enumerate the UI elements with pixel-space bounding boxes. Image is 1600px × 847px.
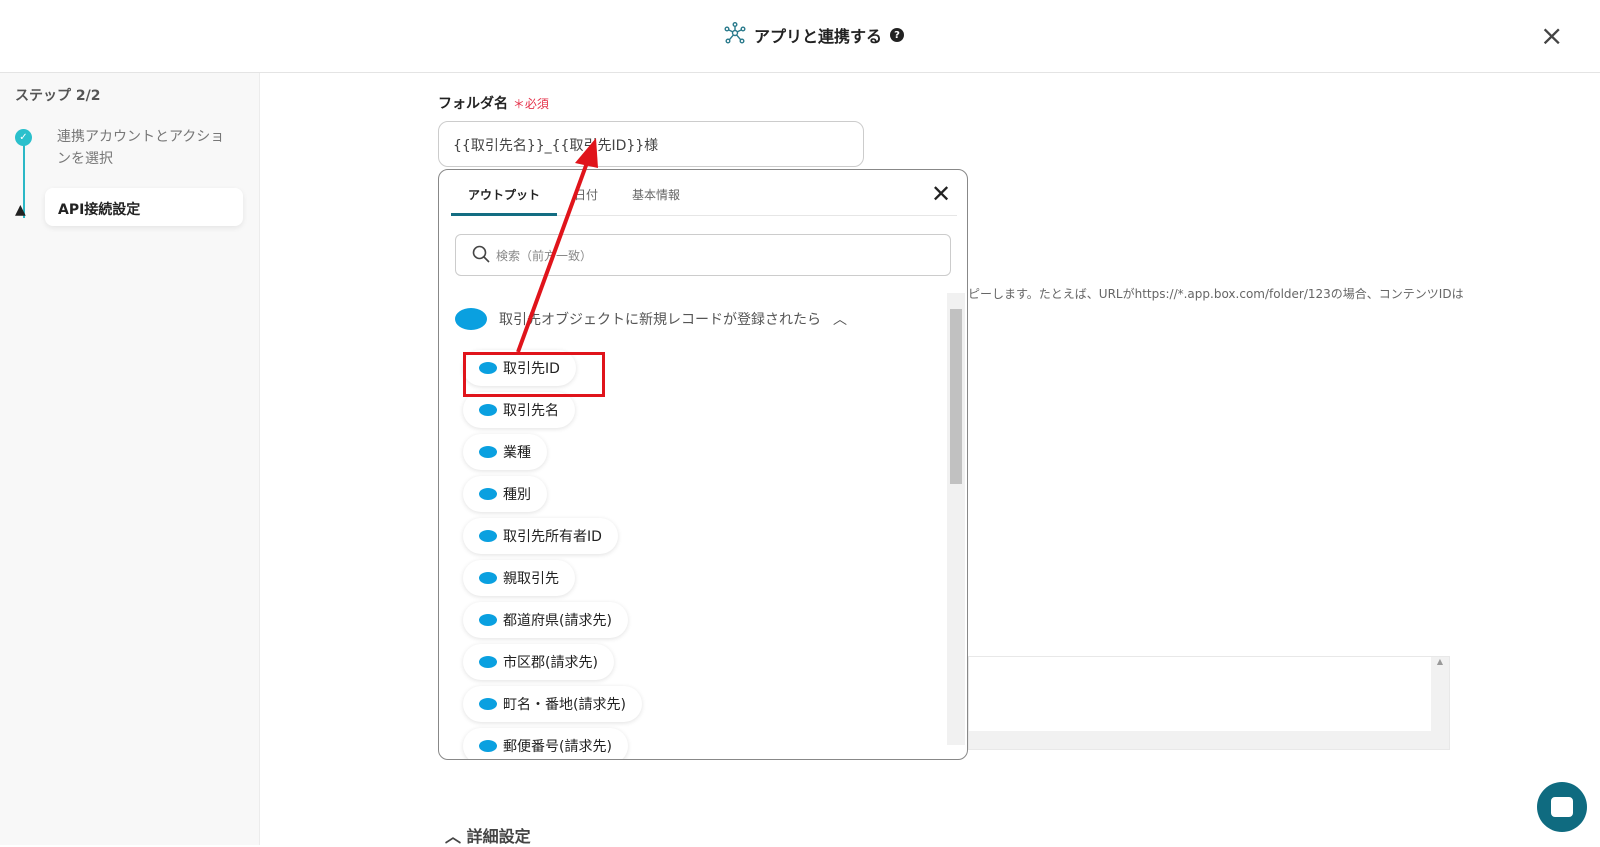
chat-icon xyxy=(1551,797,1573,817)
close-button[interactable]: × xyxy=(1540,22,1563,50)
tab-basic-info[interactable]: 基本情報 xyxy=(615,170,697,216)
page-title: アプリと連携する ? xyxy=(724,22,905,48)
folder-name-label: フォルダ名 ＊必須 xyxy=(438,96,549,112)
chat-button[interactable] xyxy=(1537,782,1587,832)
search-input[interactable]: 検索（前方一致） xyxy=(455,234,951,276)
output-item[interactable]: 市区郡(請求先) xyxy=(463,644,614,680)
output-picker-popup: アウトプット 日付 基本情報 ✕ 検索（前方一致） 取引先オブジェクトに新規レコ… xyxy=(438,169,968,760)
salesforce-icon xyxy=(479,362,497,374)
group-header[interactable]: 取引先オブジェクトに新規レコードが登録されたら ︿ xyxy=(455,308,847,330)
detail-settings-toggle[interactable]: ︿ 詳細設定 xyxy=(445,823,531,847)
step-item-api-settings[interactable]: API接続設定 xyxy=(45,188,243,226)
help-text: ピーします。たとえば、URLがhttps://*.app.box.com/fol… xyxy=(968,287,1464,301)
output-item[interactable]: 町名・番地(請求先) xyxy=(463,686,642,722)
output-item[interactable]: 取引先所有者ID xyxy=(463,518,618,554)
output-item[interactable]: 親取引先 xyxy=(463,560,575,596)
output-item[interactable]: 郵便番号(請求先) xyxy=(463,728,628,759)
search-icon xyxy=(472,245,490,266)
tab-date[interactable]: 日付 xyxy=(557,170,615,216)
help-icon[interactable]: ? xyxy=(890,28,905,42)
output-item[interactable]: 種別 xyxy=(463,476,547,512)
salesforce-icon xyxy=(479,488,497,500)
salesforce-icon xyxy=(479,404,497,416)
step-counter: ステップ 2/2 xyxy=(15,88,101,104)
horizontal-scrollbar[interactable] xyxy=(969,731,1449,749)
salesforce-icon xyxy=(479,740,497,752)
output-list: 取引先オブジェクトに新規レコードが登録されたら ︿ 取引先ID 取引先名業種種別取引… xyxy=(439,290,949,759)
header: アプリと連携する ? × xyxy=(0,0,1600,73)
tab-output[interactable]: アウトプット xyxy=(451,170,558,216)
check-icon: ✓ xyxy=(15,129,32,146)
salesforce-icon xyxy=(479,572,497,584)
popup-close-button[interactable]: ✕ xyxy=(931,180,951,208)
sidebar: ステップ 2/2 ✓ 連携アカウントとアクションを選択 ▲ API接続設定 xyxy=(0,73,260,845)
folder-name-input[interactable]: {{取引先名}}_{{取引先ID}}様 xyxy=(438,121,864,167)
tab-bar: アウトプット 日付 基本情報 xyxy=(451,170,957,216)
scrollbar-thumb[interactable] xyxy=(950,309,962,484)
output-item[interactable]: 業種 xyxy=(463,434,547,470)
salesforce-icon xyxy=(479,530,497,542)
vertical-scrollbar[interactable]: ▲ xyxy=(1431,657,1449,733)
chevron-up-icon: ︿ xyxy=(445,827,462,846)
output-item[interactable]: 取引先ID xyxy=(463,350,576,386)
list-scrollbar[interactable] xyxy=(947,293,965,745)
salesforce-icon xyxy=(479,656,497,668)
salesforce-icon xyxy=(479,614,497,626)
output-item[interactable]: 都道府県(請求先) xyxy=(463,602,628,638)
salesforce-icon xyxy=(479,446,497,458)
network-icon xyxy=(724,22,746,48)
step-item-select-account[interactable]: 連携アカウントとアクションを選択 xyxy=(57,126,237,170)
text-area[interactable]: ▲ xyxy=(968,656,1450,750)
required-badge: ＊必須 xyxy=(512,97,549,111)
warning-icon: ▲ xyxy=(15,202,26,218)
salesforce-icon xyxy=(455,308,487,330)
output-item[interactable]: 取引先名 xyxy=(463,392,575,428)
chevron-up-icon: ︿ xyxy=(833,312,847,328)
salesforce-icon xyxy=(479,698,497,710)
